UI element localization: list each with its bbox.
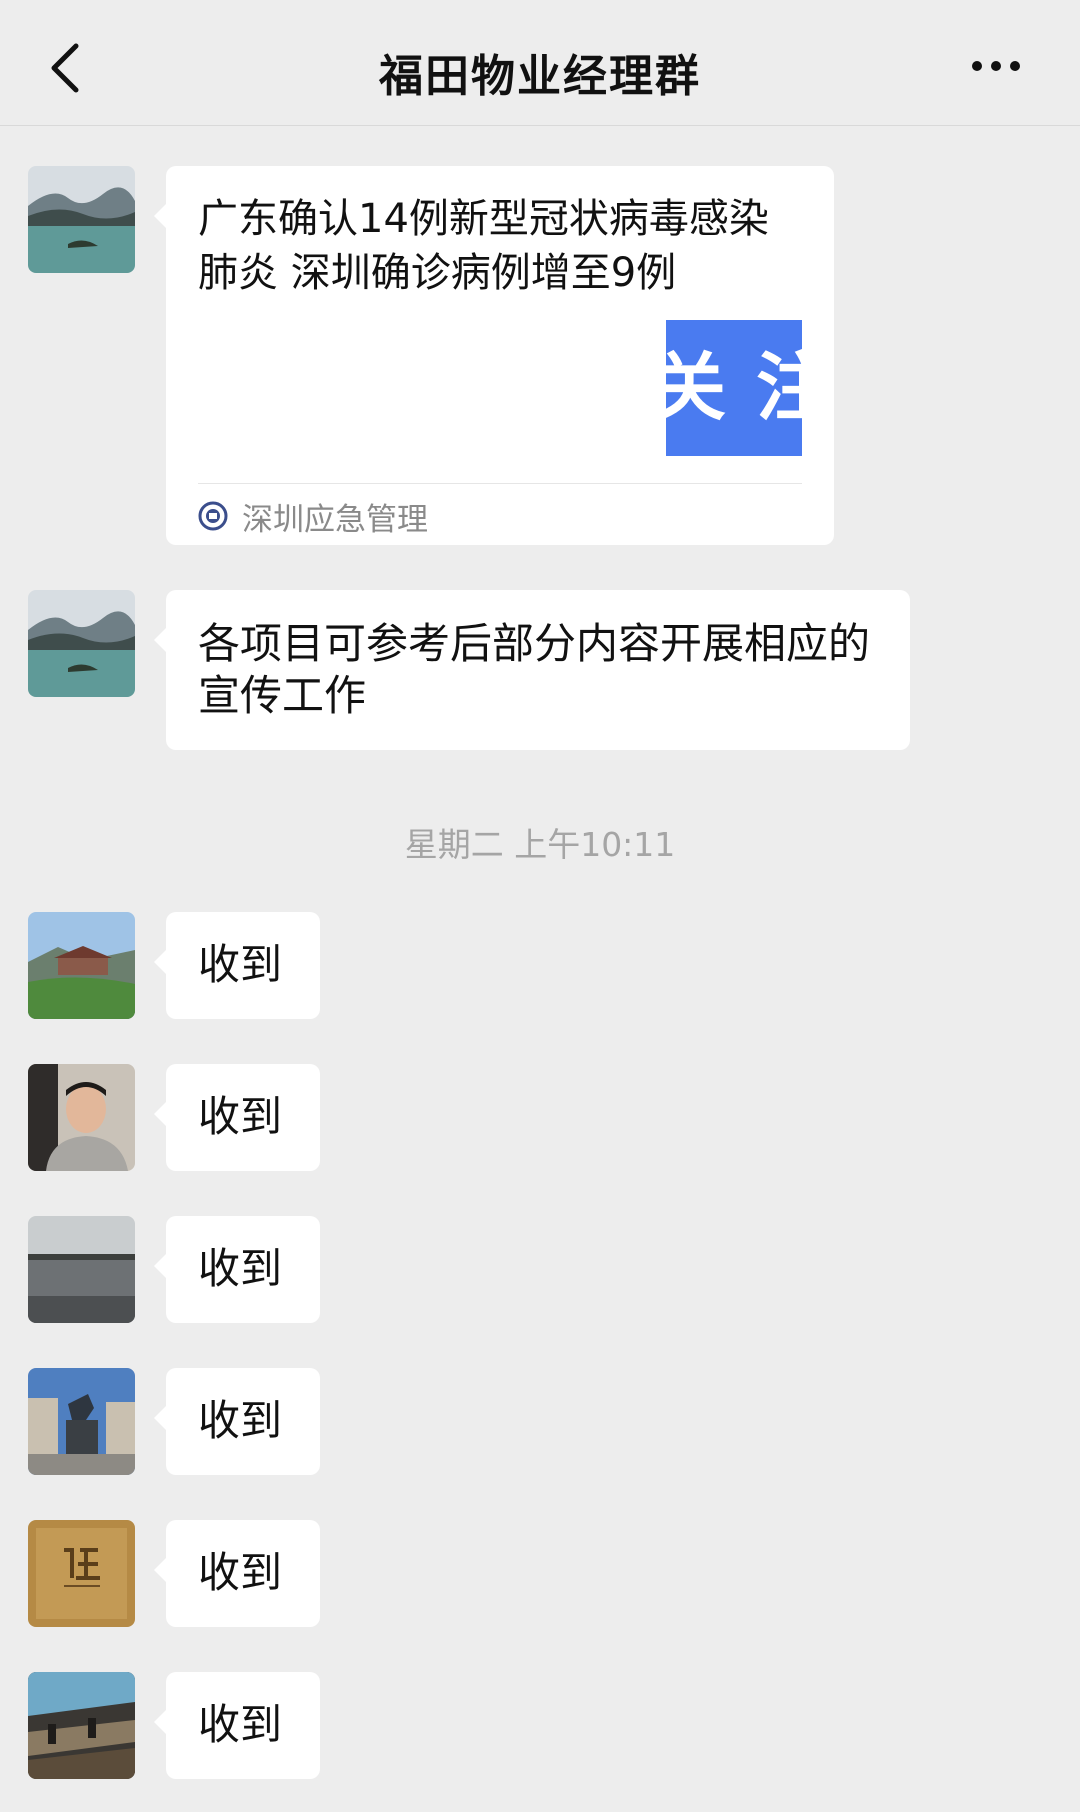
text-message-bubble[interactable]: 收到 xyxy=(154,1064,320,1171)
text-message-bubble[interactable]: 收到 xyxy=(154,1368,320,1475)
avatar[interactable] xyxy=(28,1672,135,1779)
link-thumbnail: 关注 xyxy=(666,320,802,456)
text-message-bubble[interactable]: 收到 xyxy=(154,912,320,1019)
link-source: 深圳应急管理 xyxy=(198,496,428,538)
interior-hall-avatar-icon xyxy=(28,1672,135,1779)
source-name: 深圳应急管理 xyxy=(242,501,428,538)
message-text: 收到 xyxy=(198,1548,283,1597)
lake-landscape-avatar-icon xyxy=(28,166,135,273)
text-message-bubble[interactable]: 收到 xyxy=(154,1520,320,1627)
message-text: 收到 xyxy=(198,1700,283,1749)
person-portrait-avatar-icon xyxy=(28,1064,135,1171)
avatar[interactable] xyxy=(28,590,135,697)
avatar[interactable] xyxy=(28,1520,135,1627)
chat-title: 福田物业经理群 xyxy=(379,51,701,102)
divider xyxy=(198,483,802,484)
text-message-bubble[interactable]: 收到 xyxy=(154,1672,320,1779)
text-message-bubble[interactable]: 各项目可参考后部分内容开展相应的宣传工作 xyxy=(154,590,910,750)
thumbnail-text: 关注 xyxy=(666,345,802,431)
calligraphy-avatar-icon xyxy=(28,1520,135,1627)
avatar[interactable] xyxy=(28,1368,135,1475)
message-text: 收到 xyxy=(198,1396,283,1445)
timestamp: 星期二 上午10:11 xyxy=(404,825,676,864)
lake-landscape-avatar-icon xyxy=(28,590,135,697)
emblem-icon xyxy=(198,501,228,531)
avatar[interactable] xyxy=(28,1064,135,1171)
avatar[interactable] xyxy=(28,166,135,273)
avatar[interactable] xyxy=(28,1216,135,1323)
avatar[interactable] xyxy=(28,912,135,1019)
link-title: 广东确认14例新型冠状病毒感染肺炎 深圳确诊病例增至9例 xyxy=(198,196,769,296)
statue-plaza-avatar-icon xyxy=(28,1368,135,1475)
message-text: 收到 xyxy=(198,1244,283,1293)
temple-landscape-avatar-icon xyxy=(28,912,135,1019)
more-options-icon[interactable] xyxy=(970,58,1022,74)
calm-water-avatar-icon xyxy=(28,1216,135,1323)
message-text: 各项目可参考后部分内容开展相应的宣传工作 xyxy=(198,619,871,720)
navigation-bar: 福田物业经理群 xyxy=(0,0,1080,126)
text-message-bubble[interactable]: 收到 xyxy=(154,1216,320,1323)
message-text: 收到 xyxy=(198,940,283,989)
message-text: 收到 xyxy=(198,1092,283,1141)
link-card-bubble[interactable]: 广东确认14例新型冠状病毒感染肺炎 深圳确诊病例增至9例 关注 深圳应急管理 xyxy=(154,166,834,545)
